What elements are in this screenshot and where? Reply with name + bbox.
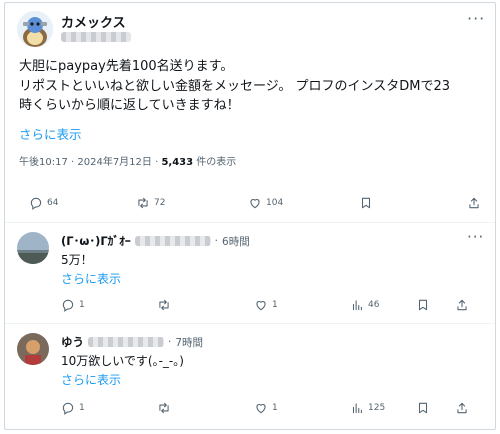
view-count-suffix: 件の表示 [196, 157, 237, 168]
repost-button[interactable] [157, 401, 171, 415]
avatar[interactable] [17, 232, 49, 264]
reply-tweet[interactable]: (Γ･ω･)Γｶﾞｵｰ · 6時間 ··· 5万！ さらに表示 1 1 46 [5, 224, 495, 324]
bookmark-icon [418, 402, 428, 414]
blurred-handle [61, 32, 131, 42]
like-button[interactable]: 104 [248, 196, 283, 210]
main-tweet[interactable]: カメックス ··· 大胆にpaypay先着100名送ります。 リポストといいねと… [5, 3, 495, 223]
share-icon [469, 197, 479, 209]
reply-text: 10万欲しいです(｡-_-｡) [61, 354, 184, 368]
show-more-link[interactable]: さらに表示 [61, 371, 121, 388]
views-button[interactable]: 46 [350, 298, 379, 312]
views-button[interactable]: 125 [350, 401, 385, 415]
bookmark-icon [418, 299, 428, 311]
tweet-text-line: 時くらいから順に返していきますね！ [19, 98, 240, 113]
repost-count: 72 [154, 198, 166, 208]
repost-button[interactable]: 72 [136, 196, 165, 210]
like-button[interactable]: 1 [254, 401, 278, 415]
repost-arrows-icon [159, 402, 169, 414]
like-count: 1 [272, 403, 278, 413]
reply-button[interactable]: 64 [29, 196, 58, 210]
repost-arrows-icon [159, 299, 169, 311]
blastoise-avatar-icon [17, 11, 53, 47]
show-more-link[interactable]: さらに表示 [19, 124, 82, 143]
tweet-date[interactable]: 2024年7月12日 [77, 157, 152, 168]
reply-button[interactable]: 1 [61, 401, 85, 415]
heart-icon [250, 199, 260, 209]
bookmark-button[interactable] [416, 298, 430, 312]
more-dots-icon[interactable]: ··· [467, 9, 485, 28]
bookmark-button[interactable] [416, 401, 430, 415]
view-count: 46 [368, 300, 380, 310]
reply-action-bar: 1 1 125 [5, 401, 495, 421]
speech-bubble-icon [62, 299, 74, 312]
tweet-timestamp: 午後10:17 · 2024年7月12日 · 5,433 件の表示 [19, 157, 237, 168]
bookmark-button[interactable] [359, 196, 373, 210]
reply-time[interactable]: 6時間 [222, 234, 250, 249]
tweet-thread: カメックス ··· 大胆にpaypay先着100名送ります。 リポストといいねと… [4, 2, 496, 430]
reply-count: 1 [79, 300, 85, 310]
share-button[interactable] [455, 401, 469, 415]
reply-text: 5万！ [61, 253, 93, 267]
share-button[interactable] [467, 196, 481, 210]
reply-display-name[interactable]: (Γ･ω･)Γｶﾞｵｰ [61, 233, 131, 249]
display-name[interactable]: カメックス [61, 12, 126, 31]
tweet-time[interactable]: 午後10:17 [19, 157, 68, 168]
bar-chart-icon [352, 300, 362, 311]
reply-count: 1 [79, 403, 85, 413]
reply-header: (Γ･ω･)Γｶﾞｵｰ · 6時間 [61, 233, 250, 249]
tweet-text-line: 大胆にpaypay先着100名送ります。 [19, 59, 234, 74]
like-button[interactable]: 1 [254, 298, 278, 312]
bar-chart-icon [352, 403, 362, 414]
reply-display-name[interactable]: ゆう [61, 334, 84, 350]
view-count: 125 [368, 403, 386, 413]
bookmark-icon [361, 197, 371, 209]
tweet-text-line: リポストといいねと欲しい金額をメッセージ。 プロフのインスタDMで23 [19, 78, 450, 94]
photo-avatar-icon [17, 333, 49, 365]
like-count: 1 [272, 300, 278, 310]
tweet-action-bar: 64 72 104 [5, 196, 495, 216]
reply-time[interactable]: 7時間 [175, 335, 203, 350]
reply-header: ゆう · 7時間 [61, 334, 204, 350]
show-more-link[interactable]: さらに表示 [61, 270, 121, 287]
reply-button[interactable]: 1 [61, 298, 85, 312]
speech-bubble-icon [62, 402, 74, 415]
share-icon [457, 299, 467, 311]
avatar[interactable] [17, 333, 49, 365]
blurred-handle [134, 236, 211, 246]
blurred-handle [88, 337, 164, 347]
speech-bubble-icon [30, 197, 42, 210]
avatar[interactable] [17, 11, 53, 47]
share-icon [457, 402, 467, 414]
repost-button[interactable] [157, 298, 171, 312]
tweet-text: 大胆にpaypay先着100名送ります。 リポストといいねと欲しい金額をメッセー… [19, 57, 489, 116]
reply-count: 64 [47, 198, 59, 208]
view-count: 5,433 [161, 157, 194, 168]
more-dots-icon[interactable]: ··· [467, 228, 484, 246]
landscape-avatar-icon [17, 232, 49, 264]
heart-icon [256, 404, 266, 414]
reply-tweet[interactable]: ゆう · 7時間 10万欲しいです(｡-_-｡) さらに表示 1 1 125 [5, 325, 495, 429]
heart-icon [256, 301, 266, 311]
like-count: 104 [266, 198, 284, 208]
repost-arrows-icon [138, 197, 148, 209]
reply-action-bar: 1 1 46 [5, 298, 495, 318]
share-button[interactable] [455, 298, 469, 312]
